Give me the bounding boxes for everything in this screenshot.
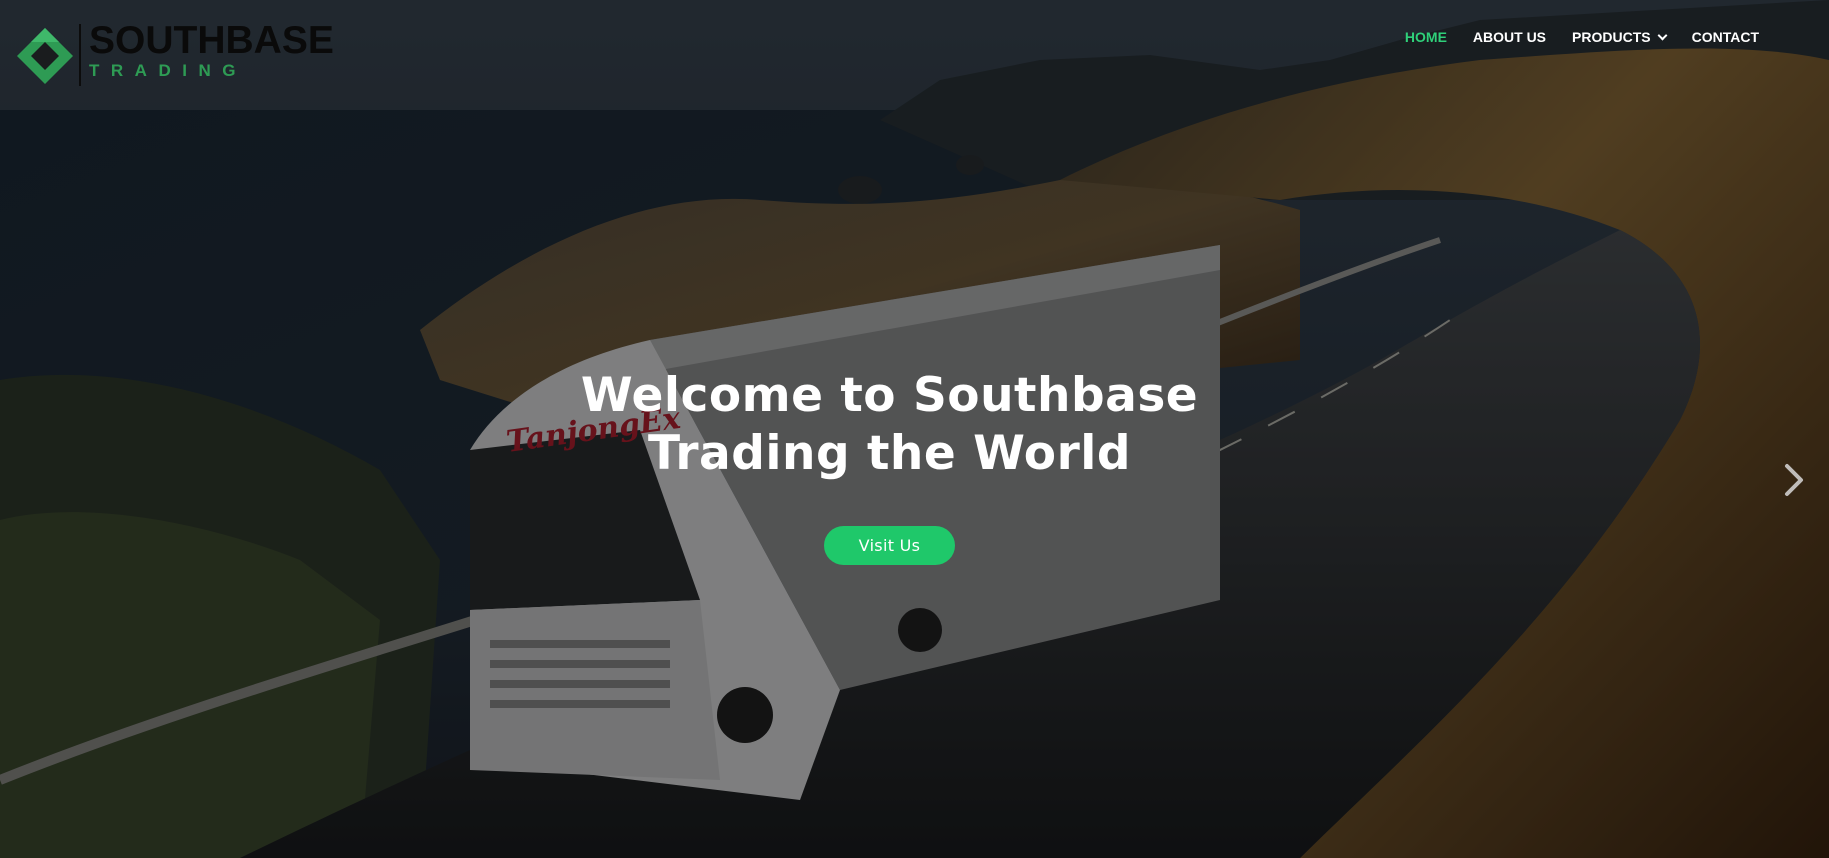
nav-item-label: ABOUT US	[1472, 29, 1547, 45]
nav-item-products[interactable]: PRODUCTS	[1572, 29, 1668, 45]
nav-item-home[interactable]: HOME	[1405, 29, 1447, 45]
logo[interactable]: SOUTHBASE TRADING	[15, 19, 335, 88]
nav-item-contact[interactable]: CONTACT	[1692, 29, 1759, 45]
hero-title-line-1: Welcome to Southbase	[580, 368, 1199, 423]
chevron-down-icon	[1657, 30, 1668, 40]
visit-us-button[interactable]: Visit Us	[824, 526, 955, 565]
hero-title: Welcome to Southbase Trading the World	[0, 367, 1779, 483]
logo-tagline: TRADING	[89, 61, 247, 80]
chevron-right-icon[interactable]	[1781, 462, 1807, 498]
hero-title-line-2: Trading the World	[647, 426, 1132, 481]
page: TanjongEx SOUTHBASE TRADING HOME ABOUT U…	[0, 0, 1829, 858]
nav-item-label: CONTACT	[1691, 29, 1759, 45]
main-nav: HOME ABOUT US PRODUCTS CONTACT	[1379, 26, 1759, 48]
logo-divider	[79, 24, 81, 86]
nav-item-label: PRODUCTS	[1572, 29, 1651, 45]
nav-item-label: HOME	[1404, 29, 1447, 45]
site-header: SOUTHBASE TRADING HOME ABOUT US PRODUCTS…	[0, 0, 1829, 110]
nav-item-about-us[interactable]: ABOUT US	[1473, 29, 1546, 45]
logo-diamond-icon	[17, 28, 73, 84]
logo-wordmark: SOUTHBASE	[89, 19, 334, 62]
